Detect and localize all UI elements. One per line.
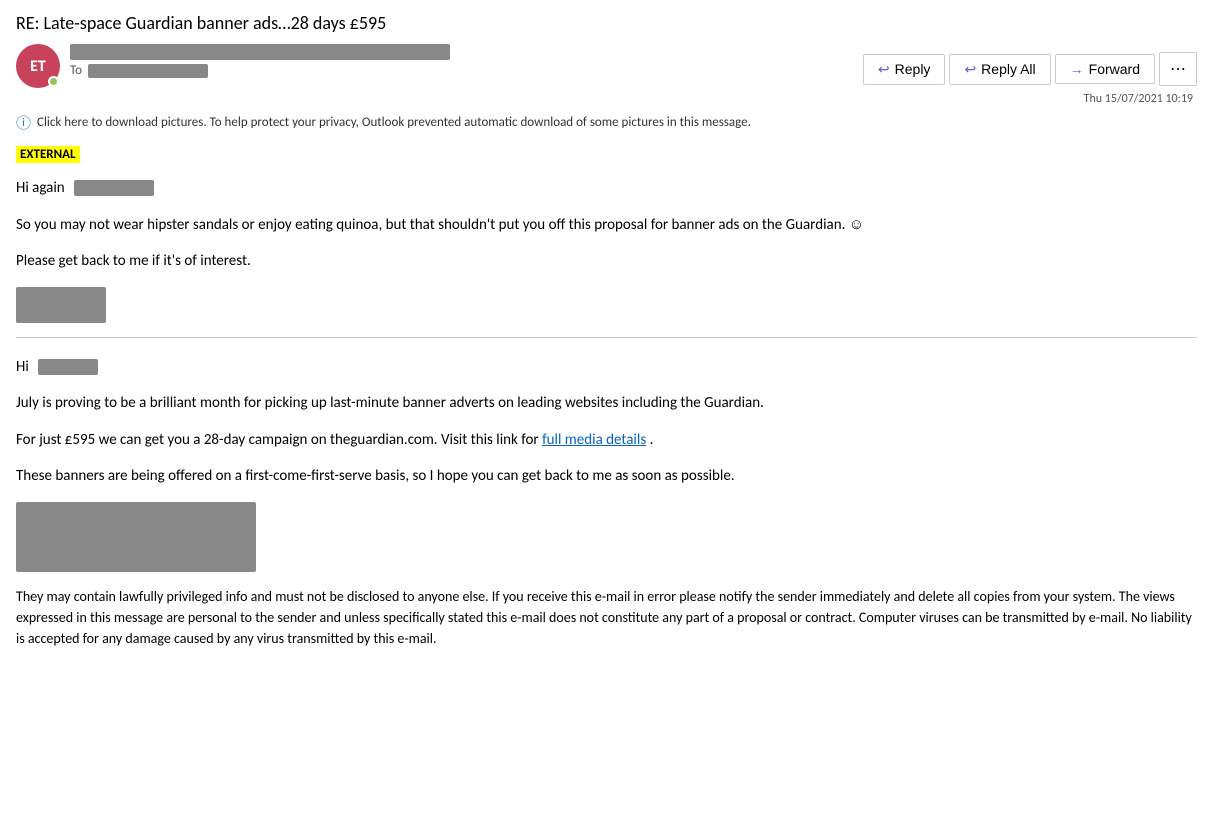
- reply-all-button[interactable]: ↩ Reply All: [949, 54, 1050, 85]
- para4-pre: For just £595 we can get you a 28-day ca…: [16, 431, 539, 449]
- reply-label: Reply: [895, 61, 931, 77]
- sender-name-redacted: [70, 44, 450, 60]
- para4-post: .: [650, 431, 654, 449]
- greeting2-text: Hi: [16, 358, 29, 376]
- para-greeting2: Hi: [16, 356, 1197, 379]
- forward-label: Forward: [1089, 61, 1140, 77]
- greeting1-text: Hi again: [16, 179, 65, 197]
- timestamp: Thu 15/07/2021 10:19: [1084, 92, 1197, 106]
- forward-button[interactable]: → Forward: [1055, 54, 1155, 84]
- info-icon: ⓘ: [16, 112, 31, 133]
- forward-icon: →: [1070, 61, 1084, 77]
- reply-all-icon: ↩: [964, 61, 976, 78]
- action-buttons: ↩ Reply ↩ Reply All → Forward ⋯: [863, 52, 1197, 86]
- to-redacted: [88, 64, 208, 78]
- signature-block-2: [16, 502, 256, 572]
- sender-row: ET To: [16, 44, 863, 88]
- email-container: RE: Late-space Guardian banner ads…28 da…: [0, 0, 1213, 683]
- para-greeting1: Hi again: [16, 177, 1197, 200]
- info-bar: ⓘ Click here to download pictures. To he…: [16, 112, 1197, 133]
- para1-text: So you may not wear hipster sandals or e…: [16, 216, 845, 234]
- signature-block-1: [16, 287, 106, 323]
- right-top: ↩ Reply ↩ Reply All → Forward ⋯ Thu 1: [863, 44, 1197, 106]
- more-options-button[interactable]: ⋯: [1159, 52, 1197, 86]
- sender-area: ET To: [16, 44, 863, 94]
- top-section: ET To: [16, 44, 1197, 106]
- redacted-name-2: [38, 359, 98, 375]
- divider: [16, 337, 1197, 338]
- avatar: ET: [16, 44, 60, 88]
- smiley-icon: ☺: [849, 216, 864, 234]
- para2: Please get back to me if it's of interes…: [16, 250, 1197, 273]
- para5: These banners are being offered on a fir…: [16, 465, 1197, 488]
- presence-indicator: [48, 76, 59, 87]
- full-media-details-link[interactable]: full media details: [542, 431, 646, 449]
- sender-info: To: [70, 44, 863, 78]
- reply-button[interactable]: ↩ Reply: [863, 54, 946, 85]
- para1: So you may not wear hipster sandals or e…: [16, 214, 1197, 237]
- to-label: To: [70, 63, 82, 78]
- redacted-name-1: [74, 180, 154, 196]
- para3: July is proving to be a brilliant month …: [16, 392, 1197, 415]
- subject-line: RE: Late-space Guardian banner ads…28 da…: [16, 12, 1197, 44]
- external-badge: EXTERNAL: [16, 146, 80, 163]
- more-dots-icon: ⋯: [1170, 59, 1186, 79]
- avatar-initials: ET: [30, 57, 46, 76]
- disclaimer: They may contain lawfully privileged inf…: [16, 586, 1197, 649]
- to-row: To: [70, 63, 863, 78]
- info-bar-text: Click here to download pictures. To help…: [37, 115, 751, 130]
- reply-icon: ↩: [878, 61, 890, 78]
- email-body: Hi again So you may not wear hipster san…: [16, 177, 1197, 649]
- sender-name-bar: [70, 44, 863, 60]
- reply-all-label: Reply All: [981, 61, 1035, 77]
- para4: For just £595 we can get you a 28-day ca…: [16, 429, 1197, 452]
